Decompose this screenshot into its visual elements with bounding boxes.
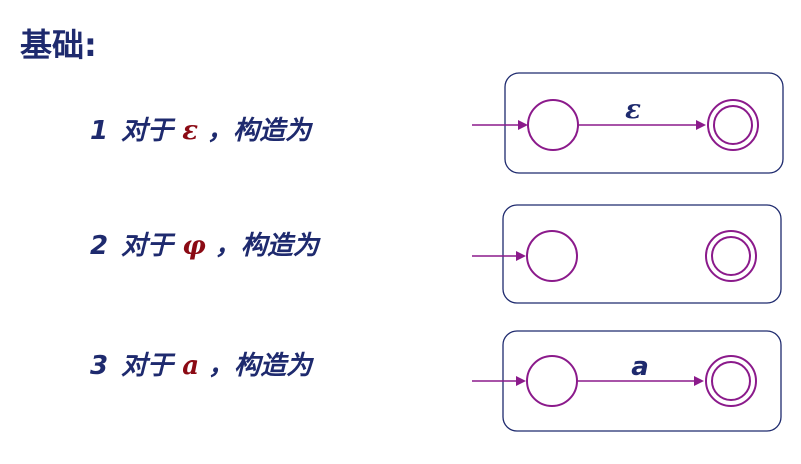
accept-state-inner [711,361,751,401]
start-arrowhead [518,120,528,130]
start-state [526,230,578,282]
transition-arrowhead [696,120,706,130]
start-arrowhead [516,251,526,261]
start-arrowhead [516,376,526,386]
nfa-diagrams: ε a [472,72,784,432]
accept-state-inner [711,236,751,276]
nfa-symbol-a: a [472,330,782,432]
nfa-epsilon: ε [472,72,784,174]
nfa-empty-set [472,204,782,304]
transition-label: a [631,352,649,382]
transition-label: ε [625,95,641,125]
accept-state-inner [713,105,753,145]
start-state [527,99,579,151]
transition-arrowhead [694,376,704,386]
start-state [526,355,578,407]
